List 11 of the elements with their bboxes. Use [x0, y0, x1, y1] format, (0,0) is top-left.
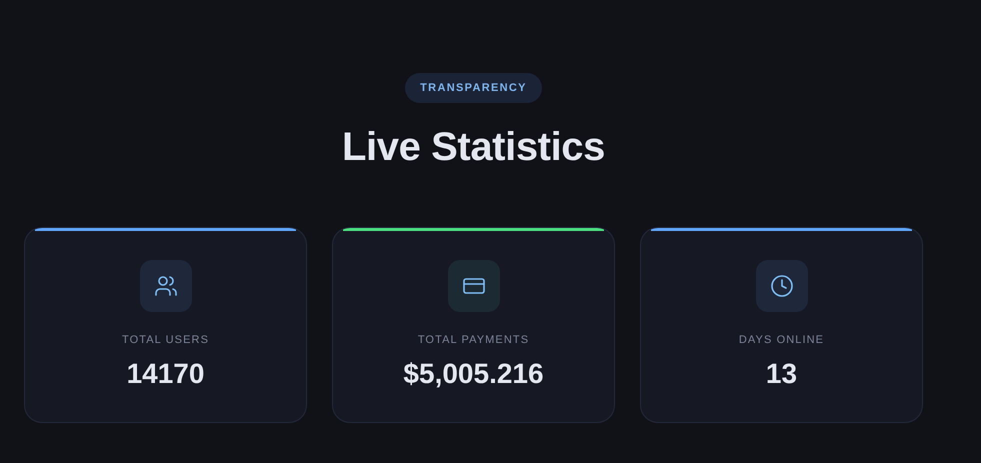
stat-label: TOTAL USERS	[122, 333, 210, 348]
users-icon	[140, 260, 192, 312]
section-title: Live Statistics	[342, 124, 605, 171]
stat-value: $5,005.216	[403, 356, 544, 390]
stat-value: 14170	[126, 356, 204, 390]
section-badge: TRANSPARENCY	[405, 73, 542, 103]
stat-label: TOTAL PAYMENTS	[418, 333, 530, 348]
clock-icon	[756, 260, 808, 312]
credit-card-icon	[448, 260, 500, 312]
stat-value: 13	[766, 356, 798, 390]
stat-label: DAYS ONLINE	[738, 333, 824, 348]
